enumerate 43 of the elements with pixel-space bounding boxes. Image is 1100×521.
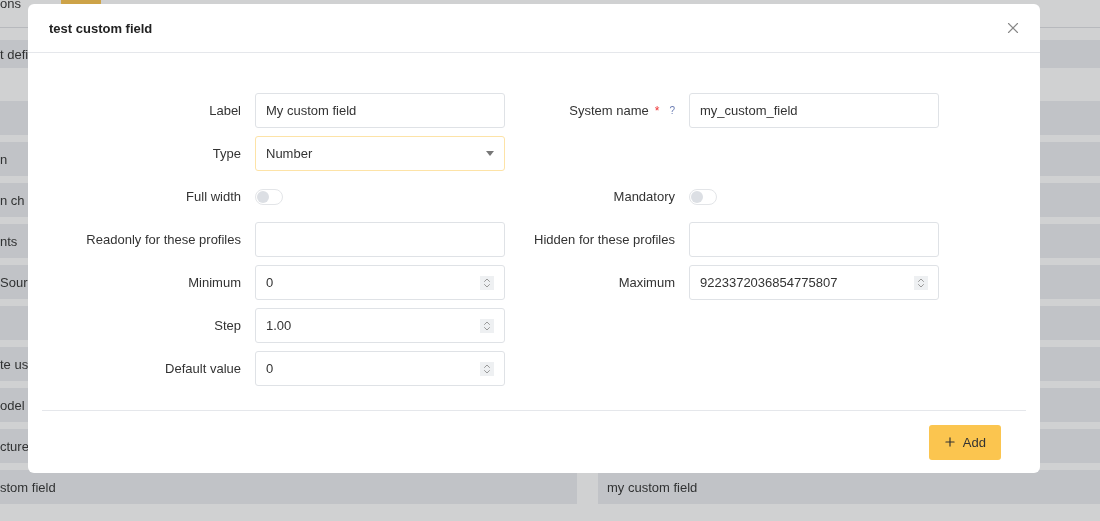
number-field[interactable]: 0 <box>255 265 505 300</box>
spinner-icon[interactable] <box>480 275 494 290</box>
spinner-icon[interactable] <box>480 318 494 333</box>
number-field[interactable]: 1.00 <box>255 308 505 343</box>
field-label: Minimum <box>187 275 242 290</box>
cell-text: my custom field <box>607 479 698 495</box>
section-title: t defi <box>0 46 29 62</box>
number-field[interactable]: 0 <box>255 351 505 386</box>
number-field[interactable]: 9223372036854775807 <box>689 265 939 300</box>
cell-text: n ch <box>0 192 25 208</box>
help-mark[interactable]: ? <box>669 105 675 116</box>
spinner-icon[interactable] <box>480 361 494 376</box>
caret-icon <box>486 151 494 156</box>
cell-text: cture <box>0 438 29 454</box>
page-text: ons <box>0 0 21 11</box>
text-field[interactable] <box>255 222 505 257</box>
toggle-switch[interactable] <box>255 188 283 205</box>
cell-text: te us <box>0 356 29 372</box>
field-label: Maximum <box>617 275 676 290</box>
cell-text: nts <box>0 233 18 249</box>
type-select[interactable]: Number <box>255 136 505 171</box>
field-label: Type <box>211 146 242 161</box>
text-field[interactable] <box>689 222 939 257</box>
cell-text: n <box>0 151 8 167</box>
required-mark: * <box>654 103 660 118</box>
spinner-icon[interactable] <box>914 275 928 290</box>
field-label: System name <box>569 103 649 118</box>
text-field[interactable]: My custom field <box>255 93 505 128</box>
cell-text: stom field <box>0 479 56 495</box>
dialog-title: test custom field <box>49 20 153 36</box>
text-field[interactable]: my_custom_field <box>689 93 939 128</box>
toggle-switch[interactable] <box>689 188 717 205</box>
plus-icon <box>942 435 957 449</box>
field-label: Label <box>208 103 242 118</box>
cell-text: Sour <box>0 274 28 290</box>
field-label: Hidden for these profiles <box>533 232 676 247</box>
field-label: Readonly for these profiles <box>85 232 242 247</box>
field-label: Mandatory <box>612 189 676 204</box>
field-label: Full width <box>185 189 242 204</box>
add-button[interactable]: Add <box>928 424 1001 460</box>
field-label: Step <box>213 318 242 333</box>
cell-text: odel <box>0 397 25 413</box>
field-label: Default value <box>164 361 242 376</box>
